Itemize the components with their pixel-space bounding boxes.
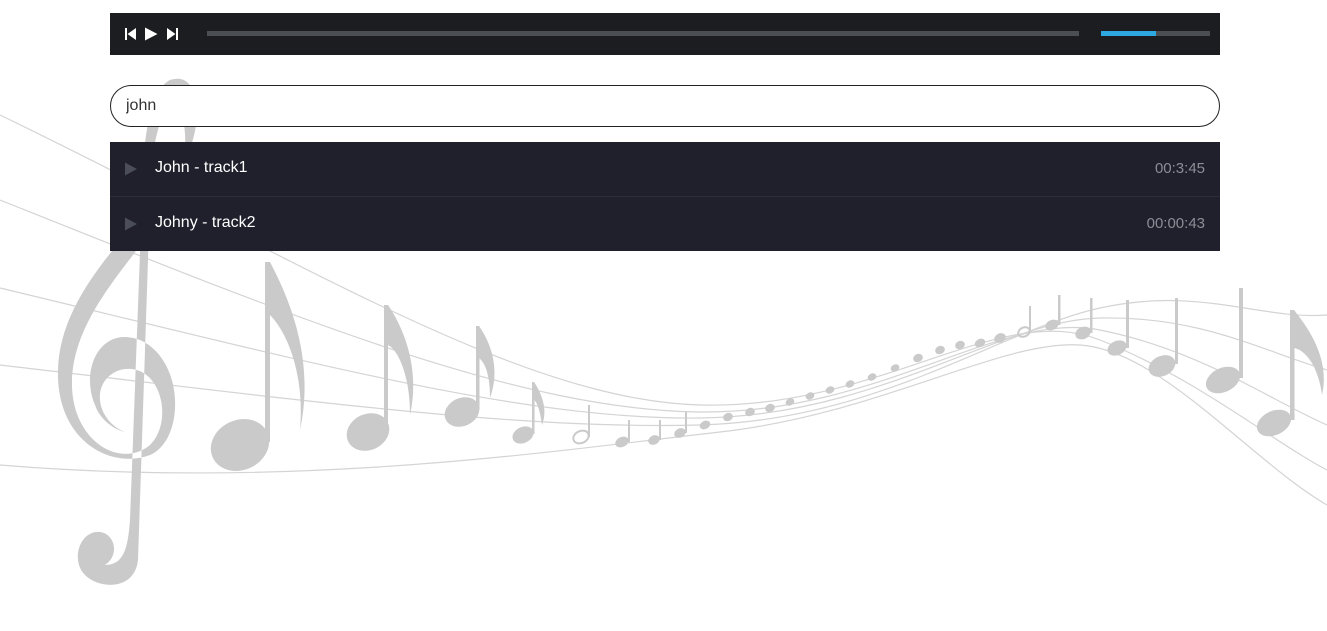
skip-next-icon [167, 28, 178, 40]
play-icon[interactable] [124, 161, 138, 177]
skip-previous-button[interactable] [123, 26, 139, 42]
play-icon [145, 27, 158, 41]
play-icon[interactable] [124, 216, 138, 232]
volume-fill [1101, 31, 1156, 36]
page: John - track1 00:3:45 Johny - track2 00:… [0, 0, 1327, 631]
track-title: Johny - track2 [155, 214, 256, 231]
track-row[interactable]: John - track1 00:3:45 [110, 142, 1220, 197]
search-input[interactable] [110, 85, 1220, 127]
track-row[interactable]: Johny - track2 00:00:43 [110, 197, 1220, 251]
track-list: John - track1 00:3:45 Johny - track2 00:… [110, 142, 1220, 251]
track-duration: 00:00:43 [1146, 215, 1205, 232]
track-duration: 00:3:45 [1154, 160, 1205, 177]
audio-player [110, 13, 1220, 55]
skip-previous-icon [125, 28, 136, 40]
track-title: John - track1 [155, 159, 248, 176]
skip-next-button[interactable] [164, 26, 180, 42]
play-button[interactable] [143, 26, 159, 42]
volume-slider[interactable] [1101, 31, 1210, 36]
progress-bar[interactable] [207, 31, 1079, 36]
